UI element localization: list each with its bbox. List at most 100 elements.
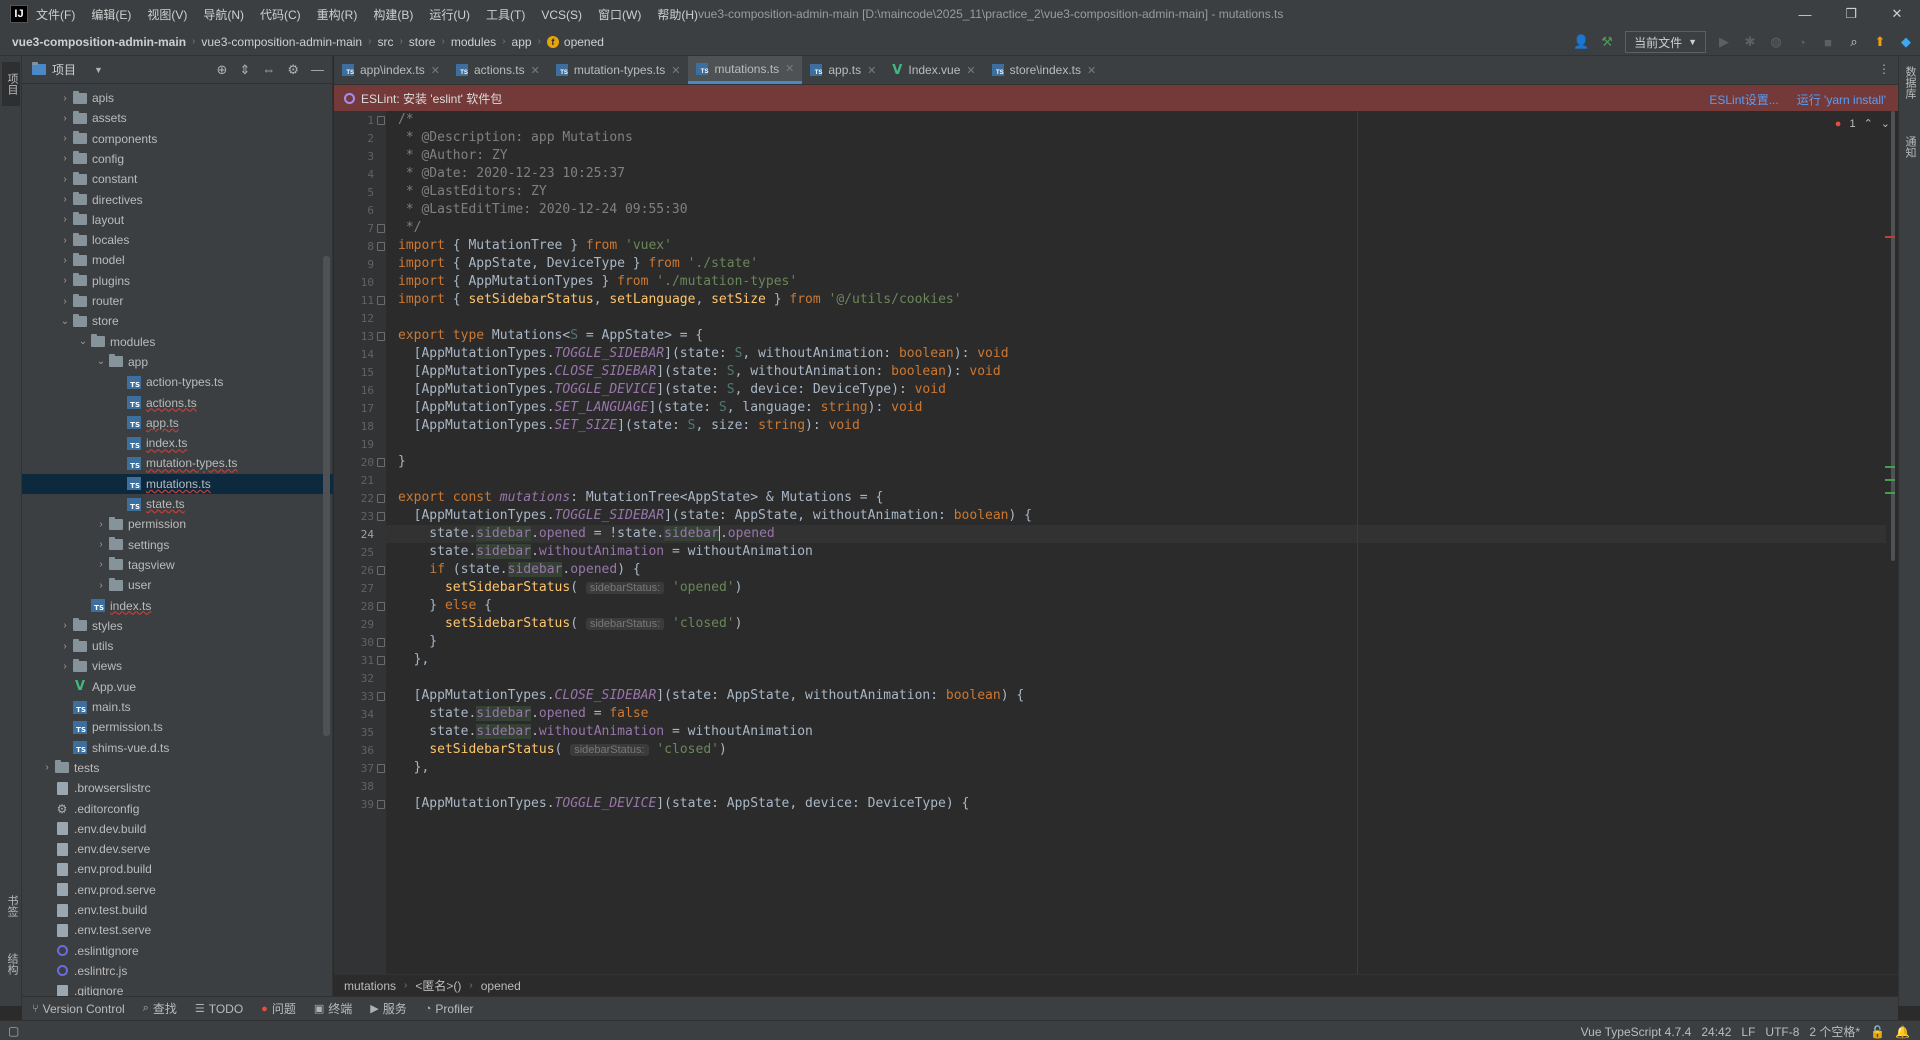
tree-item[interactable]: › constant (22, 169, 333, 189)
chevron-right-icon[interactable]: › (58, 275, 72, 286)
tree-item[interactable]: › apis (22, 88, 333, 108)
tree-item[interactable]: .browserslistrc (22, 778, 333, 798)
chevron-right-icon[interactable]: › (58, 641, 72, 652)
tree-item[interactable]: › plugins (22, 271, 333, 291)
close-tab-icon[interactable]: ✕ (867, 64, 876, 77)
prev-problem-icon[interactable]: ⌃ (1864, 117, 1873, 130)
stop-icon[interactable]: ■ (1820, 34, 1836, 50)
eslint-settings-link[interactable]: ESLint设置... (1709, 91, 1778, 108)
run-config-select[interactable]: 当前文件 ▼ (1625, 31, 1706, 53)
code-line[interactable]: export const mutations: MutationTree<App… (398, 489, 883, 507)
project-scrollbar[interactable] (323, 256, 330, 736)
fold-marker-icon[interactable] (377, 296, 385, 305)
close-tab-icon[interactable]: ✕ (966, 64, 975, 77)
chevron-right-icon[interactable]: › (58, 296, 72, 307)
editor-tab[interactable]: TS mutation-types.ts ✕ (548, 56, 689, 84)
project-tool-tab[interactable]: 项目 (2, 62, 20, 106)
breadcrumb-modules[interactable]: modules (451, 35, 496, 49)
tree-item[interactable]: .env.prod.build (22, 859, 333, 879)
chevron-right-icon[interactable]: › (58, 214, 72, 225)
notification-icon[interactable]: 🔔 (1895, 1025, 1910, 1039)
menu-item[interactable]: 窗口(W) (598, 8, 641, 22)
change-stripe-mark[interactable] (1885, 466, 1895, 468)
debug-icon[interactable]: ✱ (1742, 34, 1758, 50)
code-line[interactable]: * @Description: app Mutations (398, 129, 633, 147)
line-separator[interactable]: LF (1741, 1025, 1755, 1039)
chevron-right-icon[interactable]: › (58, 661, 72, 672)
editor-tab[interactable]: TS store\index.ts ✕ (984, 56, 1105, 84)
code-line[interactable]: * @Author: ZY (398, 147, 508, 165)
editor-tab[interactable]: V Index.vue ✕ (884, 56, 983, 84)
tree-item[interactable]: › router (22, 291, 333, 311)
editor-tab[interactable]: TS app\index.ts ✕ (334, 56, 448, 84)
code-line[interactable]: */ (398, 219, 422, 237)
tree-item[interactable]: › locales (22, 230, 333, 250)
code-line[interactable]: [AppMutationTypes.SET_SIZE](state: S, si… (398, 417, 860, 435)
chevron-right-icon[interactable]: › (94, 539, 108, 550)
minimize-icon[interactable]: — (1782, 0, 1828, 28)
fold-marker-icon[interactable] (377, 602, 385, 611)
tool-window-button[interactable]: ● 问题 (261, 1000, 296, 1017)
tree-item[interactable]: › tagsview (22, 555, 333, 575)
tree-item[interactable]: › tests (22, 758, 333, 778)
code-line[interactable]: setSidebarStatus( sidebarStatus: 'closed… (398, 615, 743, 633)
notifications-tool-tab[interactable]: 通知 (1902, 136, 1918, 158)
close-tab-icon[interactable]: ✕ (785, 62, 794, 75)
tool-window-button[interactable]: ☰ TODO (195, 1002, 243, 1016)
tool-window-button[interactable]: ▶ 服务 (370, 1000, 406, 1017)
code-line[interactable]: export type Mutations<S = AppState> = { (398, 327, 703, 345)
tree-item[interactable]: › styles (22, 616, 333, 636)
code-line[interactable]: if (state.sidebar.opened) { (398, 561, 641, 579)
tree-item[interactable]: › permission (22, 514, 333, 534)
collapse-all-icon[interactable]: ⇔ (262, 62, 275, 78)
chevron-right-icon[interactable]: › (94, 580, 108, 591)
tree-item[interactable]: .env.test.serve (22, 920, 333, 940)
code-line[interactable]: * @LastEditors: ZY (398, 183, 547, 201)
database-tool-tab[interactable]: 数据库 (1902, 66, 1918, 99)
change-stripe-mark[interactable] (1885, 479, 1895, 481)
jetbrains-icon[interactable]: ◆ (1898, 34, 1914, 50)
fold-marker-icon[interactable] (377, 656, 385, 665)
tree-item[interactable]: TS index.ts (22, 596, 333, 616)
tool-window-button[interactable]: ▣ 终端 (314, 1000, 352, 1017)
tree-item[interactable]: ⚙ .editorconfig (22, 799, 333, 819)
tree-item[interactable]: › utils (22, 636, 333, 656)
breadcrumb-store[interactable]: store (409, 35, 436, 49)
menu-item[interactable]: 运行(U) (429, 8, 470, 22)
chevron-right-icon[interactable]: › (58, 133, 72, 144)
tree-item[interactable]: .env.prod.serve (22, 880, 333, 900)
fold-marker-icon[interactable] (377, 494, 385, 503)
fold-marker-icon[interactable] (377, 224, 385, 233)
tree-item[interactable]: .env.test.build (22, 900, 333, 920)
update-icon[interactable]: ⬆ (1872, 34, 1888, 50)
code-line[interactable]: [AppMutationTypes.CLOSE_SIDEBAR](state: … (398, 363, 1001, 381)
project-panel-title[interactable]: 项目 (52, 61, 76, 78)
code-line[interactable]: [AppMutationTypes.TOGGLE_SIDEBAR](state:… (398, 507, 1032, 525)
coverage-icon[interactable]: ◍ (1768, 34, 1784, 50)
build-hammer-icon[interactable]: ⚒ (1599, 34, 1615, 50)
chevron-right-icon[interactable]: › (58, 174, 72, 185)
code-line[interactable]: }, (398, 651, 430, 669)
code-line[interactable]: [AppMutationTypes.SET_LANGUAGE](state: S… (398, 399, 923, 417)
code-line[interactable]: } (398, 453, 406, 471)
error-icon[interactable]: ● (1835, 118, 1842, 130)
breadcrumb-project[interactable]: vue3-composition-admin-main (12, 35, 186, 49)
code-line[interactable]: } (398, 633, 437, 651)
fold-marker-icon[interactable] (377, 242, 385, 251)
editor-tab[interactable]: TS mutations.ts ✕ (688, 56, 803, 84)
indent-setting[interactable]: 2 个空格* (1809, 1023, 1860, 1040)
tree-item[interactable]: TS app.ts (22, 413, 333, 433)
profile-icon[interactable]: ◔ (1794, 34, 1810, 50)
editor-tab[interactable]: TS actions.ts ✕ (448, 56, 548, 84)
menu-item[interactable]: 文件(F) (36, 8, 75, 22)
structure-tool-tab[interactable]: 结构 (2, 944, 20, 984)
tree-item[interactable]: › layout (22, 210, 333, 230)
tree-item[interactable]: .eslintignore (22, 941, 333, 961)
code-line[interactable]: [AppMutationTypes.CLOSE_SIDEBAR](state: … (398, 687, 1025, 705)
chevron-right-icon[interactable]: › (58, 113, 72, 124)
chevron-right-icon[interactable]: › (58, 620, 72, 631)
menu-item[interactable]: 视图(V) (147, 8, 187, 22)
breadcrumb-opened-prop[interactable]: opened (481, 979, 521, 993)
restore-icon[interactable]: ❐ (1828, 0, 1874, 28)
tree-item[interactable]: ⌄ app (22, 352, 333, 372)
